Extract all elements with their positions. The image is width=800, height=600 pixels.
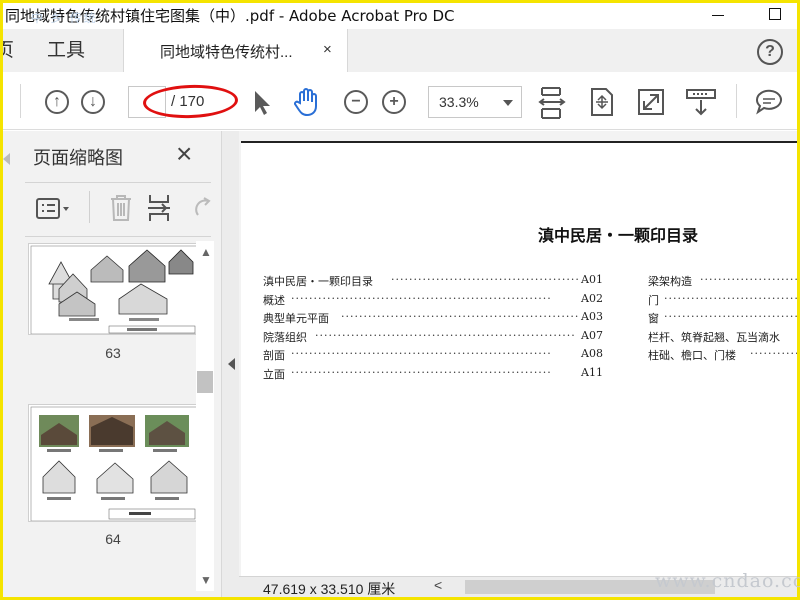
thumbnails-panel: 页面缩略图 × 63 64 ▲ ▼: [3, 131, 221, 597]
pdf-page: 滇中民居・一颗印目录 滇中民居・一颗印目录 ···················…: [241, 141, 797, 576]
thumbnails-scrollbar[interactable]: ▲ ▼: [196, 241, 214, 591]
arrow-down-icon[interactable]: ↓: [81, 90, 105, 114]
toc-row: 柱础、檐口、门楼············: [648, 347, 797, 362]
toolbar-divider: [20, 84, 21, 118]
comment-icon[interactable]: [753, 86, 783, 118]
toc-row: 窗··································: [648, 310, 797, 325]
minimize-button[interactable]: [712, 15, 724, 16]
maximize-button[interactable]: [769, 8, 781, 20]
toolbar: ↑ ↓ / 170 − + 33.3%: [3, 72, 797, 130]
chevron-down-icon[interactable]: [503, 100, 513, 106]
toc-row: 院落组织 ····································…: [263, 328, 603, 344]
page-dimensions: 47.619 x 33.510 厘米: [263, 581, 396, 597]
toc-row: 概述 ······································…: [263, 291, 603, 307]
thumbnail-options-icon[interactable]: [33, 195, 73, 223]
scroll-up-icon[interactable]: ▲: [200, 245, 212, 259]
scroll-left-icon[interactable]: <: [434, 577, 442, 593]
panel-toolbar-divider: [89, 191, 90, 223]
zoom-out-icon[interactable]: −: [344, 90, 368, 114]
page-thumbnail[interactable]: [28, 243, 198, 335]
toc-row: 梁架构造··························: [648, 273, 797, 288]
panel-divider: [25, 236, 211, 237]
toc-row: 剖面 ······································…: [263, 347, 603, 362]
arrow-up-icon[interactable]: ↑: [45, 90, 69, 114]
page-thumbnail[interactable]: [28, 404, 198, 522]
help-icon[interactable]: ?: [757, 39, 783, 65]
fit-page-icon[interactable]: [587, 86, 617, 118]
tab-home-label: 页: [3, 40, 15, 61]
collapse-panel-icon[interactable]: [228, 358, 235, 370]
scroll-down-icon[interactable]: ▼: [200, 573, 212, 587]
toolbar-divider: [736, 84, 737, 118]
toc-right-column: 梁架构造·························· 门········…: [648, 273, 797, 366]
insert-pages-icon[interactable]: [146, 193, 174, 223]
site-watermark: www.cndao.com: [655, 570, 800, 592]
scrollbar-thumb[interactable]: [197, 371, 213, 393]
zoom-value: 33.3%: [439, 94, 479, 110]
title-watermark: 中 乡 传统: [31, 11, 98, 25]
title-bar: 同地域特色传统村镇住宅图集（中）.pdf - Adobe Acrobat Pro…: [3, 3, 797, 29]
scroll-mode-icon[interactable]: [685, 86, 716, 118]
tab-tools[interactable]: 工具: [47, 29, 85, 72]
toc-left-column: 滇中民居・一颗印目录 ······························…: [263, 273, 603, 384]
hand-icon[interactable]: [291, 86, 321, 118]
zoom-select[interactable]: 33.3%: [428, 86, 522, 118]
toc-row: 立面 ······································…: [263, 365, 603, 381]
select-cursor-icon[interactable]: [247, 86, 277, 118]
toc-row: 门··································: [648, 291, 797, 307]
full-screen-icon[interactable]: [636, 86, 666, 118]
close-panel-icon[interactable]: ×: [176, 139, 192, 169]
toc-row: 栏杆、筑脊起翘、瓦当滴水: [648, 330, 780, 344]
zoom-in-icon[interactable]: +: [382, 90, 406, 114]
tab-bar: 页 工具 同地域特色传统村... × ?: [3, 29, 797, 72]
thumbnail-page-number: 64: [105, 531, 121, 547]
trash-icon[interactable]: [108, 193, 134, 223]
tab-home[interactable]: 页: [3, 29, 31, 72]
panel-divider: [25, 182, 211, 183]
panel-splitter[interactable]: [221, 131, 239, 597]
toc-row: 滇中民居・一颗印目录 ······························…: [263, 273, 603, 288]
thumbnail-page-number: 63: [105, 345, 121, 361]
fit-width-icon[interactable]: [538, 86, 568, 119]
document-heading: 滇中民居・一颗印目录: [538, 226, 699, 245]
tab-document[interactable]: 同地域特色传统村... ×: [123, 29, 348, 72]
panel-pointer: [3, 153, 10, 165]
panel-title: 页面缩略图: [33, 148, 123, 168]
toc-row: 典型单元平面 ··································…: [263, 310, 603, 325]
close-tab-icon[interactable]: ×: [323, 41, 332, 58]
document-view[interactable]: 滇中民居・一颗印目录 滇中民居・一颗印目录 ···················…: [239, 131, 797, 576]
tab-document-label: 同地域特色传统村...: [160, 44, 293, 61]
rotate-icon[interactable]: [190, 193, 214, 223]
